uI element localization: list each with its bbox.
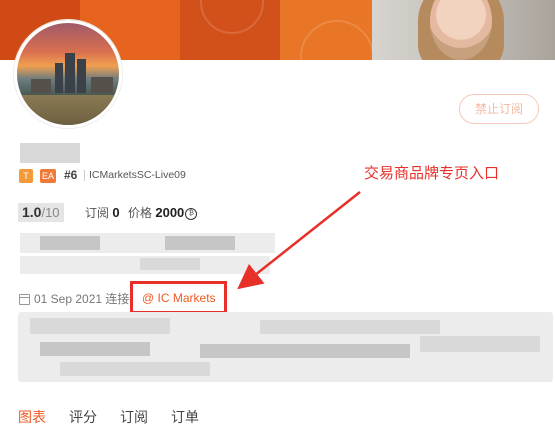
annotation-arrow [237,191,361,290]
tab-orders[interactable]: 订单 [171,407,199,427]
tab-subscribe[interactable]: 订阅 [120,407,148,427]
tab-rating[interactable]: 评分 [69,407,97,427]
tab-chart[interactable]: 图表 [18,407,46,427]
